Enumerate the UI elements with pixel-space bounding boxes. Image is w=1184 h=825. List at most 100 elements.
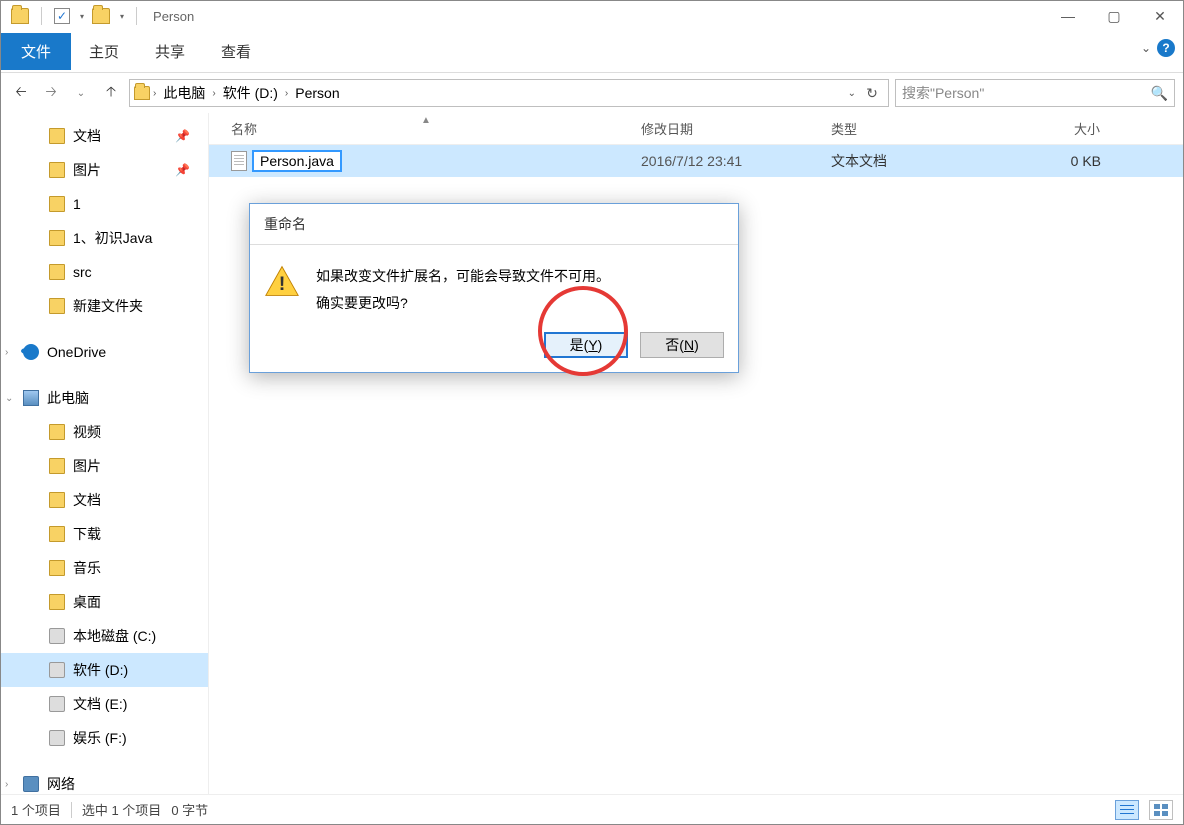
status-selection-size: 0 字节 [171,800,208,819]
search-icon[interactable]: 🔍 [1151,85,1168,102]
breadcrumb-folder[interactable]: Person [291,83,343,103]
sidebar-item-documents2[interactable]: 文档 [1,483,208,517]
separator [136,7,137,25]
sidebar-item-music[interactable]: 音乐 [1,551,208,585]
share-tab[interactable]: 共享 [137,33,203,70]
search-box[interactable]: 搜索"Person" 🔍 [895,79,1175,107]
disk-icon [49,730,65,746]
sidebar-thispc[interactable]: ⌄此电脑 [1,381,208,415]
folder-icon [49,526,65,542]
thumbnails-view-button[interactable] [1149,800,1173,820]
folder-icon [49,264,65,280]
dialog-message: 如果改变文件扩展名，可能会导致文件不可用。 确实要更改吗? [316,263,610,316]
column-name[interactable]: 名称▲ [231,115,641,142]
sort-asc-icon: ▲ [421,115,431,126]
sidebar-item-documents[interactable]: 文档📌 [1,119,208,153]
pin-icon: 📌 [175,163,190,177]
address-dropdown-icon[interactable]: ⌄ [848,88,856,99]
folder-icon [49,492,65,508]
file-list-area: 名称▲ 修改日期 类型 大小 Person.java 2016/7/12 23:… [209,113,1183,794]
folder-icon [49,594,65,610]
folder-icon [49,560,65,576]
sidebar-item-folder-java[interactable]: 1、初识Java [1,221,208,255]
sidebar-item-drive-f[interactable]: 娱乐 (F:) [1,721,208,755]
qat-dropdown-icon[interactable]: ▾ [80,12,84,21]
address-folder-icon [134,86,150,100]
sidebar-item-folder-1[interactable]: 1 [1,187,208,221]
qat-properties-icon[interactable]: ✓ [54,8,70,24]
breadcrumb-caret[interactable]: › [212,88,215,99]
collapse-icon[interactable]: ⌄ [5,393,13,404]
refresh-button[interactable]: ↻ [860,81,884,105]
breadcrumb-drive[interactable]: 软件 (D:) [219,81,282,105]
expand-icon[interactable]: › [5,779,8,790]
navigation-bar: 🡠 🡢 ⌄ 🡡 › 此电脑 › 软件 (D:) › Person ⌄ ↻ 搜索"… [1,73,1183,113]
folder-icon [49,162,65,178]
maximize-button[interactable]: ▢ [1091,1,1137,31]
onedrive-icon [23,344,39,360]
disk-icon [49,662,65,678]
explorer-window: ✓ ▾ ▾ Person — ▢ ✕ 文件 主页 共享 查看 ⌄ ? 🡠 🡢 ⌄… [0,0,1184,825]
rename-dialog: 重命名 ! 如果改变文件扩展名，可能会导致文件不可用。 确实要更改吗? 是(Y)… [249,203,739,373]
sidebar-item-videos[interactable]: 视频 [1,415,208,449]
ribbon-expand-icon[interactable]: ⌄ [1141,41,1151,55]
dialog-line2: 确实要更改吗? [316,290,610,317]
help-icon[interactable]: ? [1157,39,1175,57]
text-file-icon [231,151,247,171]
app-folder-icon [11,8,29,24]
column-size[interactable]: 大小 [1011,115,1121,142]
sidebar-item-downloads[interactable]: 下载 [1,517,208,551]
folder-icon [49,230,65,246]
sidebar-network[interactable]: ›网络 [1,767,208,794]
status-bar: 1 个项目 选中 1 个项目 0 字节 [1,794,1183,824]
yes-button[interactable]: 是(Y) [544,332,628,358]
disk-icon [49,696,65,712]
pin-icon: 📌 [175,129,190,143]
file-type: 文本文档 [831,151,1011,171]
separator [41,7,42,25]
sidebar-item-drive-c[interactable]: 本地磁盘 (C:) [1,619,208,653]
sidebar-item-drive-e[interactable]: 文档 (E:) [1,687,208,721]
column-date[interactable]: 修改日期 [641,115,831,142]
details-view-button[interactable] [1115,800,1139,820]
thispc-icon [23,390,39,406]
qat-newfolder-icon[interactable] [92,8,110,24]
sidebar-onedrive[interactable]: ›OneDrive [1,335,208,369]
column-type[interactable]: 类型 [831,115,1011,142]
sidebar-item-desktop[interactable]: 桌面 [1,585,208,619]
address-bar[interactable]: › 此电脑 › 软件 (D:) › Person ⌄ ↻ [129,79,889,107]
sidebar-item-drive-d[interactable]: 软件 (D:) [1,653,208,687]
quick-access-toolbar: ✓ ▾ ▾ Person [1,7,194,25]
sidebar-item-pictures2[interactable]: 图片 [1,449,208,483]
sidebar-item-pictures[interactable]: 图片📌 [1,153,208,187]
qat-customize-icon[interactable]: ▾ [120,12,124,21]
breadcrumb-thispc[interactable]: 此电脑 [159,81,209,105]
window-title: Person [153,9,194,24]
column-headers: 名称▲ 修改日期 类型 大小 [209,113,1183,145]
file-size: 0 KB [1011,153,1121,169]
recent-dropdown[interactable]: ⌄ [69,81,93,105]
up-button[interactable]: 🡡 [99,81,123,105]
status-selection-count: 选中 1 个项目 [82,800,161,819]
folder-icon [49,424,65,440]
sidebar-item-folder-src[interactable]: src [1,255,208,289]
file-tab[interactable]: 文件 [1,33,71,70]
file-row[interactable]: Person.java 2016/7/12 23:41 文本文档 0 KB [209,145,1183,177]
folder-icon [49,458,65,474]
back-button[interactable]: 🡠 [9,81,33,105]
view-tab[interactable]: 查看 [203,33,269,70]
warning-icon: ! [264,263,300,299]
home-tab[interactable]: 主页 [71,33,137,70]
sidebar-item-folder-new[interactable]: 新建文件夹 [1,289,208,323]
rename-input[interactable]: Person.java [253,151,341,171]
search-placeholder: 搜索"Person" [902,83,984,103]
forward-button[interactable]: 🡢 [39,81,63,105]
breadcrumb-caret[interactable]: › [153,88,156,99]
folder-icon [49,298,65,314]
close-button[interactable]: ✕ [1137,1,1183,31]
disk-icon [49,628,65,644]
no-button[interactable]: 否(N) [640,332,724,358]
expand-icon[interactable]: › [5,347,8,358]
breadcrumb-caret[interactable]: › [285,88,288,99]
minimize-button[interactable]: — [1045,1,1091,31]
